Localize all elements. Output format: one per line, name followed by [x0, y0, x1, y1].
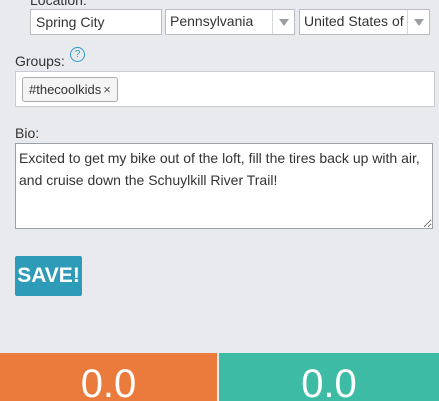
bio-label: Bio:	[15, 125, 40, 141]
country-select[interactable]: United States of America	[299, 9, 430, 35]
chevron-down-icon	[272, 10, 294, 34]
save-button[interactable]: SAVE!	[15, 256, 82, 296]
country-select-value: United States of America	[304, 13, 407, 29]
stat-panel-right: 0.0	[219, 353, 439, 401]
stat-panel-left: 0.0	[0, 353, 217, 401]
location-label: Location:	[30, 0, 87, 8]
state-select[interactable]: Pennsylvania	[165, 9, 295, 35]
close-icon[interactable]: ×	[103, 82, 111, 97]
groups-input[interactable]: #thecoolkids ×	[15, 71, 435, 107]
group-tag: #thecoolkids ×	[22, 77, 118, 102]
chevron-down-icon	[407, 10, 429, 34]
state-select-value: Pennsylvania	[170, 13, 254, 29]
city-input[interactable]	[30, 9, 162, 35]
stat-value-right: 0.0	[301, 362, 357, 401]
group-tag-label: #thecoolkids	[29, 82, 102, 97]
help-icon[interactable]: ?	[70, 47, 85, 62]
stat-value-left: 0.0	[80, 362, 137, 401]
bio-textarea[interactable]: Excited to get my bike out of the loft, …	[15, 143, 433, 229]
groups-label: Groups:	[15, 53, 65, 69]
